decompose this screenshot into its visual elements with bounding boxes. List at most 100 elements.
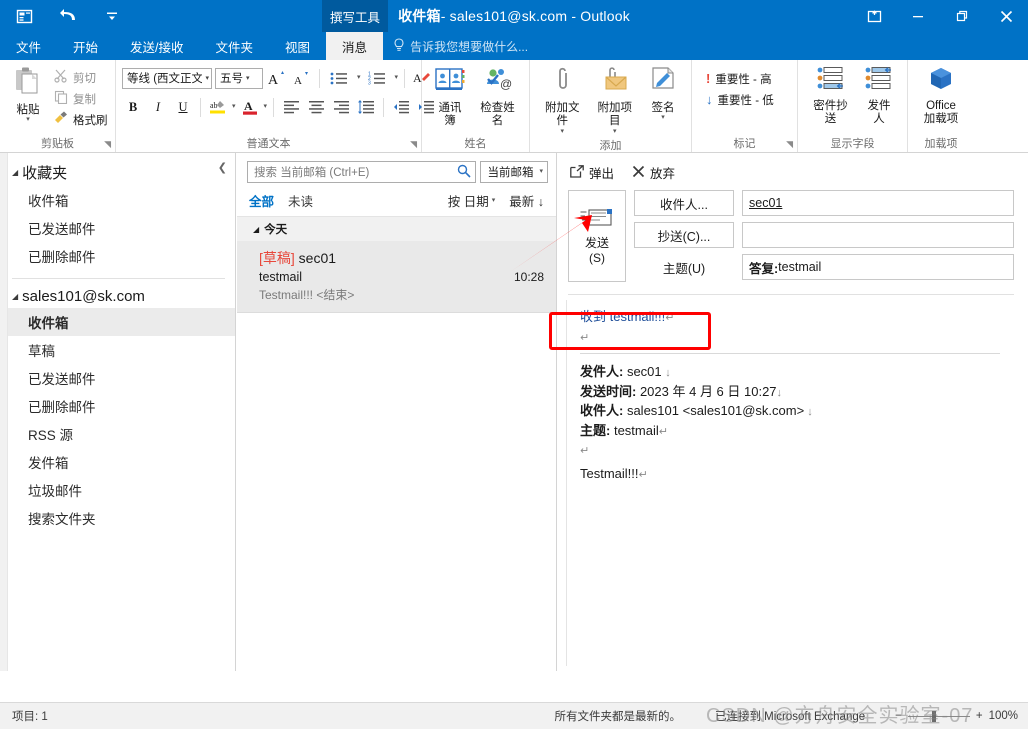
- zoom-slider[interactable]: [907, 710, 970, 722]
- basic-text-dialog-launcher-icon[interactable]: ◥: [410, 139, 417, 150]
- text-highlight-button[interactable]: ab: [207, 96, 229, 118]
- align-center-button[interactable]: [305, 96, 327, 118]
- to-input[interactable]: sec01: [742, 190, 1014, 216]
- zoom-in-icon[interactable]: +: [976, 710, 983, 722]
- grow-font-button[interactable]: A: [266, 67, 288, 89]
- zoom-out-icon[interactable]: −: [895, 710, 902, 722]
- tab-file[interactable]: 文件: [0, 32, 57, 60]
- line-spacing-button[interactable]: [355, 96, 377, 118]
- underline-button[interactable]: U: [172, 96, 194, 118]
- zoom-control[interactable]: − + 100%: [895, 710, 1028, 722]
- popout-button[interactable]: 弹出: [570, 163, 614, 182]
- favorites-group-header[interactable]: ◢ 收藏夹: [0, 159, 235, 186]
- cut-button[interactable]: 剪切: [50, 67, 112, 88]
- font-size-caret-icon[interactable]: ▾: [246, 74, 250, 82]
- tags-dialog-launcher-icon[interactable]: ◥: [786, 139, 793, 150]
- sidebar-item-drafts[interactable]: 草稿: [0, 336, 235, 364]
- sidebar-item-rss[interactable]: RSS 源: [0, 420, 235, 448]
- tell-me-box[interactable]: 告诉我您想要做什么...: [383, 32, 528, 60]
- sidebar-item-fav-sent[interactable]: 已发送邮件: [0, 214, 235, 242]
- numbering-caret-icon[interactable]: ▾: [395, 74, 399, 81]
- date-group-header[interactable]: ◢ 今天: [237, 216, 556, 241]
- low-importance-button[interactable]: ↓ 重要性 - 低: [702, 89, 778, 110]
- copy-button[interactable]: 复制: [50, 88, 112, 109]
- paste-button[interactable]: 粘贴 ▾: [6, 64, 50, 125]
- paste-caret-icon[interactable]: ▾: [26, 116, 30, 123]
- font-color-button[interactable]: A: [239, 96, 261, 118]
- sidebar-item-junk[interactable]: 垃圾邮件: [0, 476, 235, 504]
- customize-qat-icon[interactable]: [100, 4, 124, 28]
- tab-home[interactable]: 开始: [57, 32, 114, 60]
- send-button[interactable]: 发送 (S): [568, 190, 626, 282]
- restore-button[interactable]: [940, 0, 984, 32]
- shrink-font-button[interactable]: A: [291, 67, 313, 89]
- italic-button[interactable]: I: [147, 96, 169, 118]
- bullets-button[interactable]: [326, 67, 354, 89]
- signature-button[interactable]: 签名 ▾: [641, 64, 685, 123]
- filter-row: 全部 未读 按 日期 ▾ 最新 ↓: [237, 183, 556, 216]
- font-name-caret-icon[interactable]: ▾: [205, 74, 209, 82]
- account-group-header[interactable]: ◢ sales101@sk.com: [0, 285, 235, 308]
- sidebar-item-fav-deleted[interactable]: 已删除邮件: [0, 242, 235, 270]
- bullets-caret-icon[interactable]: ▾: [357, 74, 361, 81]
- office-addins-button[interactable]: Office 加载项: [918, 64, 965, 129]
- minimize-button[interactable]: [896, 0, 940, 32]
- signature-caret-icon[interactable]: ▾: [661, 114, 665, 121]
- to-button[interactable]: 收件人...: [634, 190, 734, 216]
- align-right-button[interactable]: [330, 96, 352, 118]
- tab-send-receive[interactable]: 发送/接收: [114, 32, 199, 60]
- pilcrow-icon-7: ↵: [580, 445, 590, 458]
- align-left-button[interactable]: [280, 96, 302, 118]
- address-book-button[interactable]: 通讯簿: [428, 64, 472, 131]
- close-button[interactable]: [984, 0, 1028, 32]
- sidebar-item-inbox[interactable]: 收件箱: [0, 308, 235, 336]
- font-color-caret-icon[interactable]: ▾: [264, 103, 268, 110]
- subject-input[interactable]: 答复: testmail: [742, 254, 1014, 280]
- svg-text:3: 3: [368, 80, 371, 85]
- attach-item-button[interactable]: 附加项目 ▾: [589, 64, 642, 137]
- search-icon[interactable]: [457, 164, 472, 181]
- list-item[interactable]: [草稿] sec01 testmail 10:28 Testmail!!! <结…: [237, 241, 556, 313]
- folder-pane-scrollbar[interactable]: [0, 153, 8, 671]
- from-label: 发件人: [867, 100, 891, 126]
- copy-icon: [54, 90, 68, 107]
- sidebar-item-search-folders[interactable]: 搜索文件夹: [0, 504, 235, 532]
- sidebar-item-deleted[interactable]: 已删除邮件: [0, 392, 235, 420]
- touch-mode-button[interactable]: [852, 0, 896, 32]
- tab-folder[interactable]: 文件夹: [200, 32, 270, 60]
- bold-button[interactable]: B: [122, 96, 144, 118]
- cc-input[interactable]: [742, 222, 1014, 248]
- attach-file-button[interactable]: 附加文件 ▾: [536, 64, 589, 137]
- highlight-caret-icon[interactable]: ▾: [232, 103, 236, 110]
- sort-order-toggle[interactable]: 最新 ↓: [509, 191, 544, 210]
- numbering-button[interactable]: 1 2 3: [364, 67, 392, 89]
- cc-button[interactable]: 抄送(C)...: [634, 222, 734, 248]
- message-body[interactable]: 收到 testmail!!!↵ ↵ 发件人: sec01 ↓ 发送时间: 202…: [558, 295, 1028, 640]
- clipboard-dialog-launcher-icon[interactable]: ◥: [104, 139, 111, 150]
- tab-message[interactable]: 消息: [326, 32, 384, 60]
- filter-unread-tab[interactable]: 未读: [288, 191, 313, 210]
- check-names-button[interactable]: @ 检查姓名: [472, 64, 523, 131]
- attach-item-caret-icon[interactable]: ▾: [613, 128, 617, 135]
- undo-icon[interactable]: [56, 4, 80, 28]
- zoom-slider-handle[interactable]: [931, 710, 936, 722]
- discard-button[interactable]: 放弃: [632, 163, 675, 182]
- from-button[interactable]: 发件人: [857, 64, 901, 129]
- sidebar-item-sent[interactable]: 已发送邮件: [0, 364, 235, 392]
- search-scope-dropdown[interactable]: 当前邮箱 ▾: [480, 161, 548, 183]
- font-name-combo[interactable]: 等线 (西文正文 ▾: [122, 67, 212, 89]
- high-importance-button[interactable]: ! 重要性 - 高: [702, 68, 776, 89]
- collapse-folder-pane-icon[interactable]: ❮: [218, 161, 227, 174]
- tab-view[interactable]: 视图: [269, 32, 326, 60]
- filter-all-tab[interactable]: 全部: [249, 191, 274, 210]
- search-input[interactable]: 搜索 当前邮箱 (Ctrl+E): [247, 161, 477, 183]
- save-icon[interactable]: [12, 4, 36, 28]
- sort-by-dropdown[interactable]: 按 日期: [448, 191, 489, 210]
- sidebar-item-fav-inbox[interactable]: 收件箱: [0, 186, 235, 214]
- attach-file-caret-icon[interactable]: ▾: [560, 128, 564, 135]
- sidebar-item-outbox[interactable]: 发件箱: [0, 448, 235, 476]
- bcc-button[interactable]: 密件抄送: [804, 64, 857, 129]
- font-size-combo[interactable]: 五号 ▾: [215, 67, 263, 89]
- format-painter-button[interactable]: 格式刷: [50, 109, 112, 130]
- decrease-indent-button[interactable]: [390, 96, 412, 118]
